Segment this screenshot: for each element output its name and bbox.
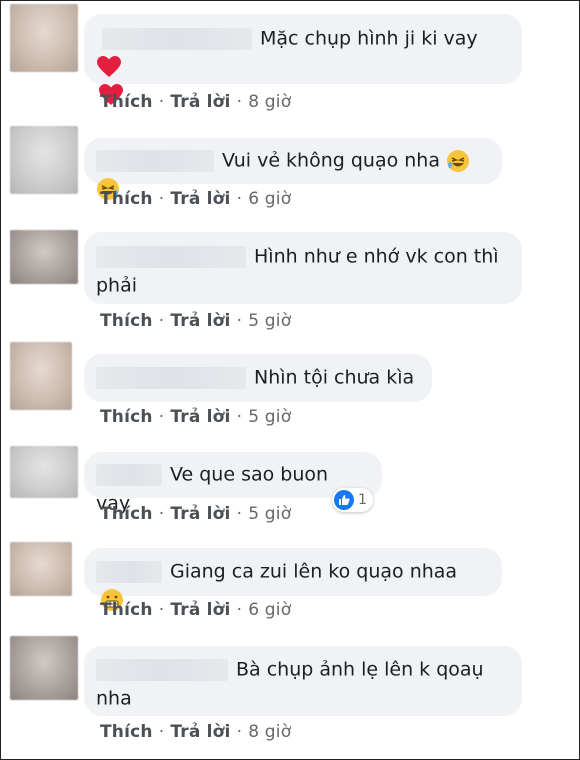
comment-bubble: Giang ca zui lên ko quạo nhaa: [84, 548, 502, 611]
author-name[interactable]: [96, 149, 214, 172]
comment-actions: Thích · Trả lời · 6 giờ: [100, 600, 292, 620]
avatar[interactable]: [10, 636, 78, 700]
like-link[interactable]: Thích: [100, 722, 153, 742]
author-name[interactable]: [96, 245, 246, 268]
like-link[interactable]: Thích: [100, 311, 153, 331]
avatar[interactable]: [10, 542, 72, 596]
timestamp[interactable]: 5 giờ: [248, 504, 291, 524]
timestamp[interactable]: 8 giờ: [248, 92, 291, 112]
comment-actions: Thích · Trả lời · 5 giờ: [100, 311, 292, 331]
comment-text: Vui vẻ không quạo nha: [222, 149, 440, 172]
timestamp[interactable]: 5 giờ: [248, 407, 291, 427]
comment-text: Mặc chụp hình ji ki vay: [260, 27, 478, 50]
reply-link[interactable]: Trả lời: [170, 600, 230, 620]
reply-link[interactable]: Trả lời: [170, 722, 230, 742]
avatar[interactable]: [10, 230, 78, 284]
timestamp[interactable]: 6 giờ: [248, 600, 291, 620]
comment-actions: Thích · Trả lời · 5 giờ: [100, 504, 292, 524]
author-name[interactable]: [102, 27, 252, 50]
reaction-summary[interactable]: 1: [332, 488, 373, 512]
comment-text: Giang ca zui lên ko quạo nhaa: [170, 560, 458, 583]
comment-actions: Thích · Trả lời · 6 giờ: [100, 189, 292, 209]
like-link[interactable]: Thích: [100, 189, 153, 209]
author-name[interactable]: [96, 463, 162, 486]
avatar[interactable]: [10, 126, 78, 194]
comment-actions: Thích · Trả lời · 8 giờ: [100, 92, 292, 112]
avatar[interactable]: [10, 446, 78, 498]
reply-link[interactable]: Trả lời: [170, 504, 230, 524]
reply-link[interactable]: Trả lời: [170, 92, 230, 112]
like-link[interactable]: Thích: [100, 407, 153, 427]
author-name[interactable]: [96, 658, 228, 681]
like-reaction-icon: [334, 490, 354, 510]
comment-bubble: Vui vẻ không quạo nha: [84, 138, 502, 200]
reply-link[interactable]: Trả lời: [170, 311, 230, 331]
author-name[interactable]: [96, 366, 246, 389]
like-link[interactable]: Thích: [100, 504, 153, 524]
heart-icon: [97, 56, 121, 77]
avatar[interactable]: [10, 4, 78, 72]
timestamp[interactable]: 6 giờ: [248, 189, 291, 209]
comment-actions: Thích · Trả lời · 5 giờ: [100, 407, 292, 427]
reaction-count: 1: [358, 492, 367, 508]
comment-actions: Thích · Trả lời · 8 giờ: [100, 722, 292, 742]
avatar[interactable]: [10, 342, 72, 410]
reply-link[interactable]: Trả lời: [170, 407, 230, 427]
author-name[interactable]: [96, 560, 162, 583]
like-link[interactable]: Thích: [100, 600, 153, 620]
like-link[interactable]: Thích: [100, 92, 153, 112]
comment-bubble: Bà chụp ảnh lẹ lên k qoaụ nha: [84, 646, 522, 716]
comment-bubble: Hình như e nhớ vk con thì phải: [84, 232, 522, 304]
rofl-icon: [447, 149, 470, 172]
comment-text: Nhìn tội chưa kìa: [254, 366, 415, 389]
comment-bubble: Nhìn tội chưa kìa: [84, 354, 432, 402]
comment-bubble: Mặc chụp hình ji ki vay: [84, 14, 522, 105]
timestamp[interactable]: 8 giờ: [248, 722, 291, 742]
timestamp[interactable]: 5 giờ: [248, 311, 291, 331]
reply-link[interactable]: Trả lời: [170, 189, 230, 209]
